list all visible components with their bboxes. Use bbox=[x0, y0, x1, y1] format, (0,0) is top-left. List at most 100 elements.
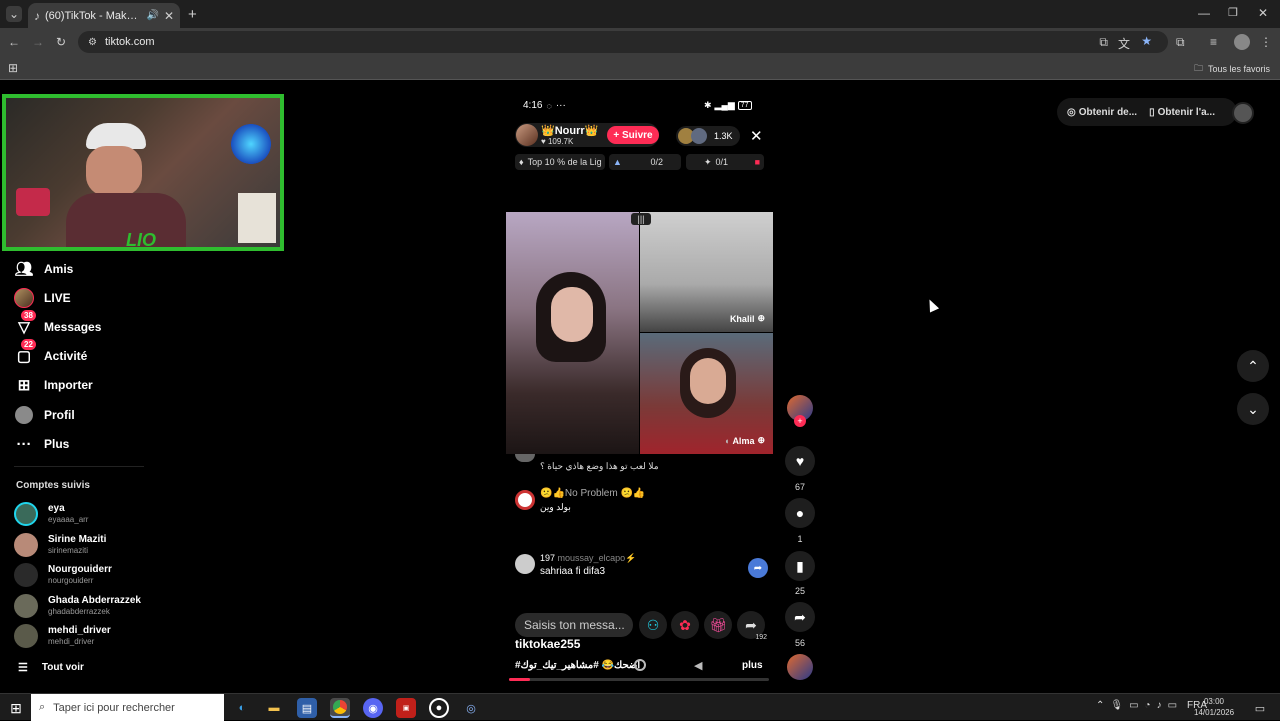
message-input[interactable]: Saisis ton messa... bbox=[515, 613, 633, 637]
host-card[interactable]: 👑Nourr👑 ♥ 109.7K + Suivre bbox=[515, 123, 659, 147]
more-dots-icon: ··· bbox=[555, 100, 566, 111]
follow-button[interactable]: + Suivre bbox=[607, 126, 659, 144]
goal-chip[interactable]: ▲ 0/2 bbox=[609, 154, 681, 170]
share-comment-icon[interactable]: ➦ bbox=[748, 558, 768, 578]
guests-icon[interactable]: ⚇ bbox=[639, 611, 667, 639]
rank-chip[interactable]: ♦ Top 10 % de la Lig bbox=[515, 154, 605, 170]
install-app-icon[interactable]: ⧉ bbox=[1099, 35, 1108, 50]
wifi-icon[interactable]: ◔ bbox=[1145, 700, 1151, 711]
volume-icon[interactable]: ♪ bbox=[1157, 700, 1162, 711]
phone-status-right: ✱ ▂▄▆ 77 bbox=[704, 100, 752, 111]
get-coins-button[interactable]: ◎ Obtenir de... bbox=[1067, 107, 1137, 118]
sidebar-item-amis[interactable]: 👥︎ Amis bbox=[14, 256, 73, 282]
obs-icon[interactable]: ● bbox=[429, 698, 449, 718]
webcam-box bbox=[238, 193, 276, 243]
following-item[interactable]: Ghada Abderrazzek ghadabderrazzek bbox=[14, 592, 141, 620]
rose-icon[interactable]: ✿ bbox=[671, 611, 699, 639]
sidebar-item-plus[interactable]: ··· Plus bbox=[14, 431, 70, 457]
edge-icon[interactable]: ◐ bbox=[232, 698, 252, 718]
all-bookmarks[interactable]: 🗀 Tous les favoris bbox=[1194, 61, 1270, 77]
media-control-icon[interactable]: ≡ bbox=[1210, 35, 1217, 49]
windows-taskbar: ⊞ ⌕ Taper ici pour rechercher ◐ ▬ ▤ ◉ ▣ … bbox=[0, 693, 1280, 721]
close-live-icon[interactable]: ✕ bbox=[750, 127, 763, 145]
reload-icon[interactable]: ↻ bbox=[56, 35, 66, 49]
mic-tray-icon[interactable]: 🎙︎ bbox=[1110, 700, 1123, 711]
close-tab-icon[interactable]: ✕ bbox=[164, 9, 174, 23]
site-info-icon[interactable]: ⚙ bbox=[88, 37, 97, 48]
following-item[interactable]: Sirine Maziti sirinemaziti bbox=[14, 531, 106, 559]
host-face bbox=[551, 287, 593, 342]
sound-disc[interactable] bbox=[787, 654, 813, 680]
viewers-pill[interactable]: 1.3K bbox=[676, 126, 740, 146]
sidebar-item-profil[interactable]: Profil bbox=[14, 402, 75, 428]
creator-avatar[interactable]: + bbox=[787, 395, 813, 427]
bookmark-star-icon[interactable]: ★ bbox=[1141, 34, 1152, 48]
follow-plus-icon[interactable]: + bbox=[794, 415, 806, 427]
apps-icon[interactable]: ⊞ bbox=[8, 61, 18, 75]
extensions-icon[interactable]: ⧉ bbox=[1176, 35, 1185, 50]
get-app-label: Obtenir l'a... bbox=[1157, 106, 1215, 118]
minimize-icon[interactable]: — bbox=[1198, 6, 1210, 20]
profile-avatar[interactable] bbox=[1234, 34, 1250, 50]
get-app-button[interactable]: ▯ Obtenir l'a... bbox=[1149, 107, 1215, 118]
clock-date: 14/01/2026 bbox=[1194, 708, 1235, 717]
bookmark-icon[interactable]: ▮ bbox=[785, 551, 815, 581]
layout-handle-icon[interactable]: ||| bbox=[631, 213, 651, 225]
gift-icon[interactable]: 🎁︎ bbox=[704, 611, 732, 639]
more-link[interactable]: plus bbox=[742, 660, 763, 671]
forward-icon[interactable]: → bbox=[32, 35, 44, 49]
host-video[interactable] bbox=[506, 212, 639, 454]
notifications-icon[interactable]: ▭ bbox=[1250, 698, 1270, 718]
file-explorer-icon[interactable]: ▬ bbox=[264, 698, 284, 718]
progress-bar[interactable] bbox=[509, 678, 769, 681]
rewind-icon[interactable]: ◀ bbox=[694, 659, 702, 672]
steam-icon[interactable]: ◎ bbox=[461, 698, 481, 718]
taskbar-search[interactable]: ⌕ Taper ici pour rechercher bbox=[31, 694, 224, 721]
chrome-icon[interactable] bbox=[330, 698, 350, 718]
following-item[interactable]: eya eyaaaa_arr bbox=[14, 500, 88, 528]
sidebar-item-messages[interactable]: ▽ 38 Messages bbox=[14, 310, 101, 340]
discord-icon[interactable]: ◉ bbox=[363, 698, 383, 718]
network-icon[interactable]: ▭ bbox=[1129, 700, 1138, 711]
creator-name[interactable]: tiktokae255 bbox=[515, 637, 580, 651]
menu-icon[interactable]: ⋮ bbox=[1260, 35, 1272, 49]
sidebar-item-live[interactable]: LIVE bbox=[14, 285, 71, 311]
restore-icon[interactable]: ❐ bbox=[1228, 6, 1238, 19]
sidebar-item-activite[interactable]: ▢ 22 Activité bbox=[14, 339, 87, 369]
back-icon[interactable]: ← bbox=[8, 35, 20, 49]
following-item[interactable]: mehdi_driver mehdi_driver bbox=[14, 622, 111, 650]
app-red-icon[interactable]: ▣ bbox=[396, 698, 416, 718]
share-video-icon[interactable]: ➦ bbox=[785, 602, 815, 632]
share-icon[interactable]: ➦ 192 bbox=[737, 611, 767, 641]
tray-expand-icon[interactable]: ⌃ bbox=[1096, 700, 1104, 711]
address-bar[interactable]: ⚙ tiktok.com ⧉ 文 ★ bbox=[78, 31, 1168, 53]
windows-start-icon[interactable]: ⊞ bbox=[6, 698, 26, 718]
store-icon[interactable]: ▤ bbox=[297, 698, 317, 718]
audio-icon[interactable]: 🔊 bbox=[146, 10, 158, 21]
guest1-tag[interactable]: Khalil ⊕ bbox=[730, 313, 765, 324]
scroll-down-icon[interactable]: ⌄ bbox=[1237, 393, 1269, 425]
like-icon[interactable]: ♥ bbox=[785, 446, 815, 476]
goal2-chip[interactable]: ✦ 0/1 ■ bbox=[686, 154, 764, 170]
following-item[interactable]: Nourgouiderr nourgouiderr bbox=[14, 561, 112, 589]
hashtags[interactable]: #اضحك😂 #مشاهير_تيك_توك bbox=[515, 660, 640, 671]
loading-spinner-icon bbox=[634, 659, 646, 671]
bluetooth-icon: ✱ bbox=[704, 100, 712, 110]
battery-tray-icon[interactable]: ▭ bbox=[1168, 700, 1177, 711]
active-tab[interactable]: ♪ (60)TikTok - Make Your Day 🔊 ✕ bbox=[28, 3, 180, 28]
close-window-icon[interactable]: ✕ bbox=[1258, 6, 1268, 20]
mouse-cursor-icon bbox=[924, 297, 940, 313]
comment-icon[interactable]: ● bbox=[785, 498, 815, 528]
activity-icon: ▢ 22 bbox=[14, 339, 36, 366]
clock[interactable]: 03:00 14/01/2026 bbox=[1194, 696, 1234, 718]
translate-icon[interactable]: 文 bbox=[1118, 35, 1130, 52]
user-avatar[interactable] bbox=[1232, 102, 1254, 124]
see-all-link[interactable]: ☰ Tout voir bbox=[18, 654, 84, 680]
guest2-video[interactable]: ◖ Alma ⊕ bbox=[640, 333, 773, 454]
sidebar-item-importer[interactable]: ⊞ Importer bbox=[14, 372, 93, 398]
new-tab-icon[interactable]: + bbox=[188, 6, 197, 23]
guest1-video[interactable]: Khalil ⊕ bbox=[640, 212, 773, 332]
tab-search-icon[interactable]: ⌄ bbox=[6, 6, 22, 22]
guest2-tag[interactable]: ◖ Alma ⊕ bbox=[724, 435, 765, 446]
scroll-up-icon[interactable]: ⌃ bbox=[1237, 350, 1269, 382]
